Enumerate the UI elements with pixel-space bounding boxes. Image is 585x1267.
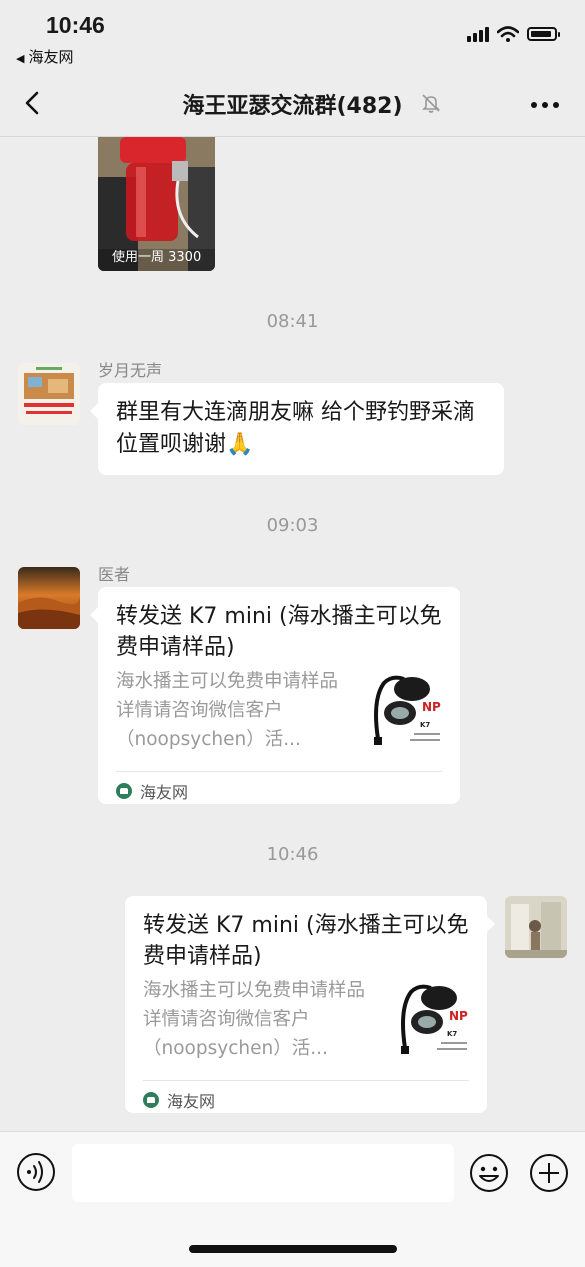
link-source-label: 海友网 <box>167 1092 216 1111</box>
emoji-icon[interactable] <box>468 1152 510 1194</box>
text-message-bubble[interactable]: 群里有大连滴朋友嘛 给个野钓野采滴位置呗谢谢🙏 <box>90 383 504 475</box>
sender-name: 岁月无声 <box>98 361 163 380</box>
product-thumbnail: NP K7 <box>370 669 442 751</box>
link-card-description: 海水播主可以免费申请样品详情请咨询微信客户（noopsychen）活... <box>116 671 339 750</box>
timestamp: 09:03 <box>266 515 319 536</box>
link-card[interactable]: 转发送 K7 mini (海水播主可以免费申请样品) 海水播主可以免费申请样品详… <box>90 587 460 804</box>
avatar-suiyue[interactable] <box>18 363 80 425</box>
divider <box>116 771 442 772</box>
status-bar: 10:46 ◀ 海友网 <box>0 0 585 70</box>
link-card-description: 海水播主可以免费申请样品详情请咨询微信客户（noopsychen）活... <box>143 980 366 1059</box>
back-to-app-link[interactable]: ◀ 海友网 <box>16 46 73 67</box>
link-card-title: 转发送 K7 mini (海水播主可以免费申请样品) <box>116 604 442 660</box>
source-logo-icon <box>143 1092 159 1108</box>
voice-icon[interactable] <box>16 1152 56 1192</box>
avatar-self[interactable] <box>505 896 567 958</box>
avatar-image <box>18 567 80 629</box>
status-icons <box>467 26 560 42</box>
sender-name: 医者 <box>98 565 131 584</box>
source-logo-icon <box>116 783 132 799</box>
chat-header: 海王亚瑟交流群(482) <box>0 70 585 137</box>
link-source: 海友网 <box>143 1088 215 1112</box>
chat-title: 海王亚瑟交流群(482) <box>182 94 403 119</box>
svg-text:NP: NP <box>449 1009 468 1023</box>
back-triangle-icon: ◀ <box>16 52 25 65</box>
image-message[interactable]: 使用一周 3300 <box>98 137 215 271</box>
plus-icon[interactable] <box>528 1152 570 1194</box>
link-source: 海友网 <box>116 779 188 803</box>
avatar-image <box>18 363 80 425</box>
cellular-signal-icon <box>467 26 489 42</box>
message-text: 群里有大连滴朋友嘛 给个野钓野采滴位置呗谢谢🙏 <box>116 400 475 457</box>
status-time: 10:46 <box>46 12 105 38</box>
more-icon[interactable] <box>531 102 559 108</box>
avatar-yizhe[interactable] <box>18 567 80 629</box>
timestamp: 08:41 <box>266 311 319 332</box>
avatar-image <box>505 896 567 958</box>
svg-text:K7: K7 <box>447 1030 457 1038</box>
link-card-title: 转发送 K7 mini (海水播主可以免费申请样品) <box>143 913 469 969</box>
home-indicator[interactable] <box>189 1245 397 1253</box>
chat-area[interactable]: 使用一周 3300 08:41 岁月无声 群里有大连滴朋友嘛 给个野钓野采滴位置… <box>0 137 585 1131</box>
divider <box>143 1080 469 1081</box>
product-thumbnail: NP K7 <box>397 978 469 1060</box>
link-source-label: 海友网 <box>140 783 189 802</box>
link-card[interactable]: 转发送 K7 mini (海水播主可以免费申请样品) 海水播主可以免费申请样品详… <box>125 896 495 1113</box>
timestamp: 10:46 <box>266 844 319 865</box>
back-app-label: 海友网 <box>28 48 74 66</box>
image-caption: 使用一周 3300 <box>112 250 202 265</box>
battery-icon <box>527 27 560 41</box>
wifi-icon <box>497 26 519 42</box>
svg-text:NP: NP <box>422 700 441 714</box>
mute-bell-icon <box>422 94 440 113</box>
svg-text:K7: K7 <box>420 721 430 729</box>
message-input[interactable] <box>72 1144 454 1202</box>
